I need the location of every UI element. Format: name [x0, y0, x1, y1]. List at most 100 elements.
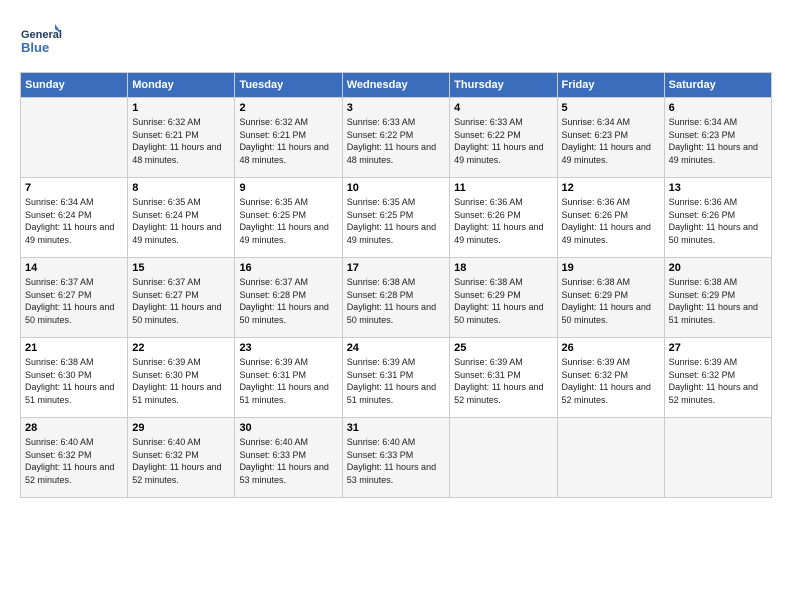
- day-number: 3: [347, 102, 445, 114]
- weekday-header-row: SundayMondayTuesdayWednesdayThursdayFrid…: [21, 73, 772, 98]
- calendar-cell: 26 Sunrise: 6:39 AM Sunset: 6:32 PM Dayli…: [557, 338, 664, 418]
- calendar-cell: 1 Sunrise: 6:32 AM Sunset: 6:21 PM Daylig…: [128, 98, 235, 178]
- day-info: Sunrise: 6:36 AM Sunset: 6:26 PM Dayligh…: [669, 196, 767, 246]
- day-number: 2: [239, 102, 337, 114]
- day-info: Sunrise: 6:38 AM Sunset: 6:30 PM Dayligh…: [25, 356, 123, 406]
- day-number: 18: [454, 262, 552, 274]
- day-info: Sunrise: 6:36 AM Sunset: 6:26 PM Dayligh…: [562, 196, 660, 246]
- calendar-cell: 14 Sunrise: 6:37 AM Sunset: 6:27 PM Dayli…: [21, 258, 128, 338]
- day-info: Sunrise: 6:38 AM Sunset: 6:29 PM Dayligh…: [454, 276, 552, 326]
- calendar-cell: [664, 418, 771, 498]
- calendar-cell: 8Sunrise: 6:35 AM Sunset: 6:24 PM Daylig…: [128, 178, 235, 258]
- weekday-friday: Friday: [557, 73, 664, 98]
- calendar-cell: 3 Sunrise: 6:33 AM Sunset: 6:22 PM Daylig…: [342, 98, 449, 178]
- day-number: 1: [132, 102, 230, 114]
- calendar-cell: 10 Sunrise: 6:35 AM Sunset: 6:25 PM Dayli…: [342, 178, 449, 258]
- day-number: 10: [347, 182, 445, 194]
- day-number: 29: [132, 422, 230, 434]
- calendar-cell: 16 Sunrise: 6:37 AM Sunset: 6:28 PM Dayli…: [235, 258, 342, 338]
- day-number: 26: [562, 342, 660, 354]
- day-info: Sunrise: 6:34 AM Sunset: 6:24 PM Dayligh…: [25, 196, 123, 246]
- week-row-3: 14 Sunrise: 6:37 AM Sunset: 6:27 PM Dayli…: [21, 258, 772, 338]
- calendar-cell: 19 Sunrise: 6:38 AM Sunset: 6:29 PM Dayli…: [557, 258, 664, 338]
- day-info: Sunrise: 6:32 AM Sunset: 6:21 PM Dayligh…: [239, 116, 337, 166]
- weekday-monday: Monday: [128, 73, 235, 98]
- calendar-cell: 4Sunrise: 6:33 AM Sunset: 6:22 PM Daylig…: [450, 98, 557, 178]
- calendar-cell: 6 Sunrise: 6:34 AM Sunset: 6:23 PM Daylig…: [664, 98, 771, 178]
- calendar-cell: 7 Sunrise: 6:34 AM Sunset: 6:24 PM Daylig…: [21, 178, 128, 258]
- page-header: General Blue: [20, 20, 772, 62]
- calendar-cell: 28 Sunrise: 6:40 AM Sunset: 6:32 PM Dayli…: [21, 418, 128, 498]
- day-number: 30: [239, 422, 337, 434]
- day-info: Sunrise: 6:38 AM Sunset: 6:29 PM Dayligh…: [669, 276, 767, 326]
- calendar-cell: 22 Sunrise: 6:39 AM Sunset: 6:30 PM Dayli…: [128, 338, 235, 418]
- day-number: 31: [347, 422, 445, 434]
- weekday-wednesday: Wednesday: [342, 73, 449, 98]
- day-number: 14: [25, 262, 123, 274]
- day-info: Sunrise: 6:32 AM Sunset: 6:21 PM Dayligh…: [132, 116, 230, 166]
- calendar-cell: 29 Sunrise: 6:40 AM Sunset: 6:32 PM Dayli…: [128, 418, 235, 498]
- weekday-sunday: Sunday: [21, 73, 128, 98]
- day-number: 22: [132, 342, 230, 354]
- calendar-cell: 17 Sunrise: 6:38 AM Sunset: 6:28 PM Dayli…: [342, 258, 449, 338]
- day-info: Sunrise: 6:37 AM Sunset: 6:27 PM Dayligh…: [25, 276, 123, 326]
- day-info: Sunrise: 6:37 AM Sunset: 6:27 PM Dayligh…: [132, 276, 230, 326]
- calendar-cell: 21 Sunrise: 6:38 AM Sunset: 6:30 PM Dayli…: [21, 338, 128, 418]
- day-number: 6: [669, 102, 767, 114]
- day-info: Sunrise: 6:39 AM Sunset: 6:31 PM Dayligh…: [239, 356, 337, 406]
- weekday-thursday: Thursday: [450, 73, 557, 98]
- calendar-cell: [21, 98, 128, 178]
- day-info: Sunrise: 6:35 AM Sunset: 6:25 PM Dayligh…: [239, 196, 337, 246]
- day-number: 27: [669, 342, 767, 354]
- calendar-cell: 27Sunrise: 6:39 AM Sunset: 6:32 PM Dayli…: [664, 338, 771, 418]
- week-row-1: 1 Sunrise: 6:32 AM Sunset: 6:21 PM Daylig…: [21, 98, 772, 178]
- day-info: Sunrise: 6:38 AM Sunset: 6:28 PM Dayligh…: [347, 276, 445, 326]
- day-number: 4: [454, 102, 552, 114]
- day-info: Sunrise: 6:34 AM Sunset: 6:23 PM Dayligh…: [669, 116, 767, 166]
- day-info: Sunrise: 6:37 AM Sunset: 6:28 PM Dayligh…: [239, 276, 337, 326]
- calendar-cell: 9 Sunrise: 6:35 AM Sunset: 6:25 PM Daylig…: [235, 178, 342, 258]
- day-number: 19: [562, 262, 660, 274]
- day-number: 16: [239, 262, 337, 274]
- day-number: 23: [239, 342, 337, 354]
- calendar-cell: 18 Sunrise: 6:38 AM Sunset: 6:29 PM Dayli…: [450, 258, 557, 338]
- day-info: Sunrise: 6:33 AM Sunset: 6:22 PM Dayligh…: [347, 116, 445, 166]
- day-info: Sunrise: 6:39 AM Sunset: 6:31 PM Dayligh…: [347, 356, 445, 406]
- day-info: Sunrise: 6:40 AM Sunset: 6:32 PM Dayligh…: [132, 436, 230, 486]
- day-number: 13: [669, 182, 767, 194]
- calendar-cell: 12Sunrise: 6:36 AM Sunset: 6:26 PM Dayli…: [557, 178, 664, 258]
- day-info: Sunrise: 6:36 AM Sunset: 6:26 PM Dayligh…: [454, 196, 552, 246]
- calendar-cell: [450, 418, 557, 498]
- day-number: 7: [25, 182, 123, 194]
- calendar-body: 1 Sunrise: 6:32 AM Sunset: 6:21 PM Daylig…: [21, 98, 772, 498]
- day-info: Sunrise: 6:34 AM Sunset: 6:23 PM Dayligh…: [562, 116, 660, 166]
- day-number: 8: [132, 182, 230, 194]
- svg-text:Blue: Blue: [21, 40, 49, 55]
- day-number: 28: [25, 422, 123, 434]
- day-info: Sunrise: 6:40 AM Sunset: 6:32 PM Dayligh…: [25, 436, 123, 486]
- day-number: 25: [454, 342, 552, 354]
- day-info: Sunrise: 6:39 AM Sunset: 6:30 PM Dayligh…: [132, 356, 230, 406]
- weekday-saturday: Saturday: [664, 73, 771, 98]
- day-number: 17: [347, 262, 445, 274]
- day-info: Sunrise: 6:38 AM Sunset: 6:29 PM Dayligh…: [562, 276, 660, 326]
- day-number: 9: [239, 182, 337, 194]
- calendar-cell: 2 Sunrise: 6:32 AM Sunset: 6:21 PM Daylig…: [235, 98, 342, 178]
- day-number: 20: [669, 262, 767, 274]
- day-info: Sunrise: 6:40 AM Sunset: 6:33 PM Dayligh…: [239, 436, 337, 486]
- day-number: 24: [347, 342, 445, 354]
- calendar-cell: 24 Sunrise: 6:39 AM Sunset: 6:31 PM Dayli…: [342, 338, 449, 418]
- calendar-cell: 25 Sunrise: 6:39 AM Sunset: 6:31 PM Dayli…: [450, 338, 557, 418]
- day-info: Sunrise: 6:39 AM Sunset: 6:31 PM Dayligh…: [454, 356, 552, 406]
- day-info: Sunrise: 6:40 AM Sunset: 6:33 PM Dayligh…: [347, 436, 445, 486]
- day-info: Sunrise: 6:35 AM Sunset: 6:25 PM Dayligh…: [347, 196, 445, 246]
- logo: General Blue: [20, 20, 62, 62]
- week-row-5: 28 Sunrise: 6:40 AM Sunset: 6:32 PM Dayli…: [21, 418, 772, 498]
- day-info: Sunrise: 6:39 AM Sunset: 6:32 PM Dayligh…: [562, 356, 660, 406]
- day-number: 21: [25, 342, 123, 354]
- week-row-4: 21 Sunrise: 6:38 AM Sunset: 6:30 PM Dayli…: [21, 338, 772, 418]
- calendar-cell: 13 Sunrise: 6:36 AM Sunset: 6:26 PM Dayli…: [664, 178, 771, 258]
- week-row-2: 7 Sunrise: 6:34 AM Sunset: 6:24 PM Daylig…: [21, 178, 772, 258]
- weekday-tuesday: Tuesday: [235, 73, 342, 98]
- calendar-cell: 15Sunrise: 6:37 AM Sunset: 6:27 PM Dayli…: [128, 258, 235, 338]
